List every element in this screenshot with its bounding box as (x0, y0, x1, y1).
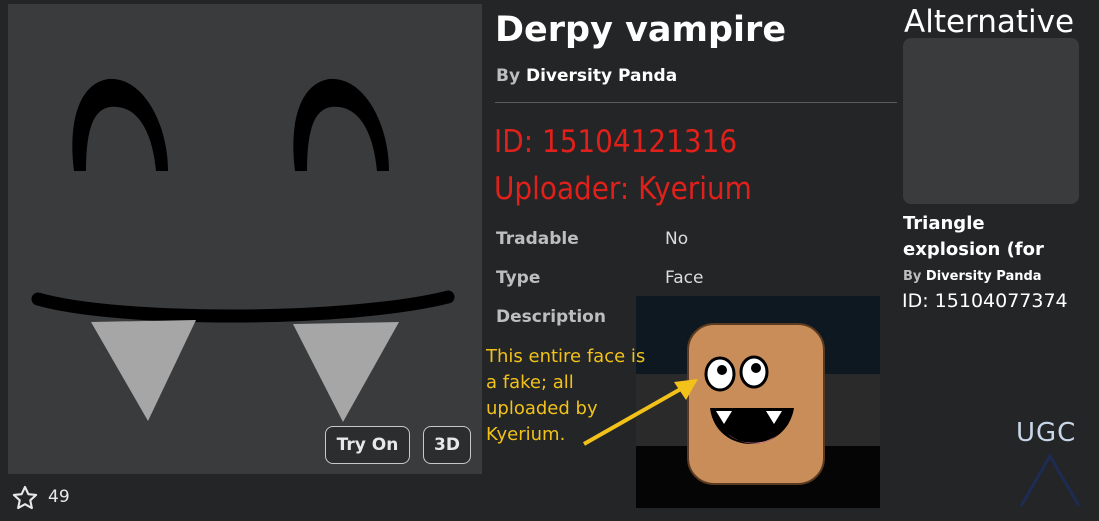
by-prefix: By (903, 269, 922, 284)
ugc-watermark-text: UGC (1016, 418, 1077, 448)
derpy-vampire-face-image (31, 78, 455, 422)
tradable-value: No (665, 229, 689, 249)
star-icon[interactable] (10, 484, 40, 512)
3d-view-button[interactable]: 3D (423, 426, 471, 464)
alternative-creator-line: By Diversity Panda (903, 269, 1042, 284)
favorite-count: 49 (48, 487, 70, 507)
type-label: Type (496, 268, 541, 288)
item-thumbnail: Try On 3D (8, 4, 482, 474)
overlay-id-annotation: ID: 15104121316 (494, 124, 738, 160)
type-value: Face (665, 268, 704, 288)
try-on-button[interactable]: Try On (325, 426, 410, 464)
creator-line: By Diversity Panda (496, 66, 677, 86)
overlay-uploader-annotation: Uploader: Kyerium (494, 171, 752, 207)
item-title: Derpy vampire (495, 10, 787, 50)
alternative-thumbnail[interactable] (903, 38, 1079, 204)
ugc-logo-icon (1019, 453, 1081, 507)
creator-link[interactable]: Diversity Panda (526, 66, 677, 86)
alternative-id: ID: 15104077374 (902, 290, 1068, 312)
alternative-item-name[interactable]: Triangle explosion (for (903, 211, 1083, 263)
description-label: Description (496, 307, 606, 327)
divider (495, 102, 897, 103)
alternative-creator-link[interactable]: Diversity Panda (926, 269, 1042, 284)
alternative-heading: Alternative (904, 4, 1075, 40)
by-prefix: By (496, 66, 521, 86)
tradable-label: Tradable (496, 229, 579, 249)
annotation-arrow-icon (583, 379, 698, 446)
